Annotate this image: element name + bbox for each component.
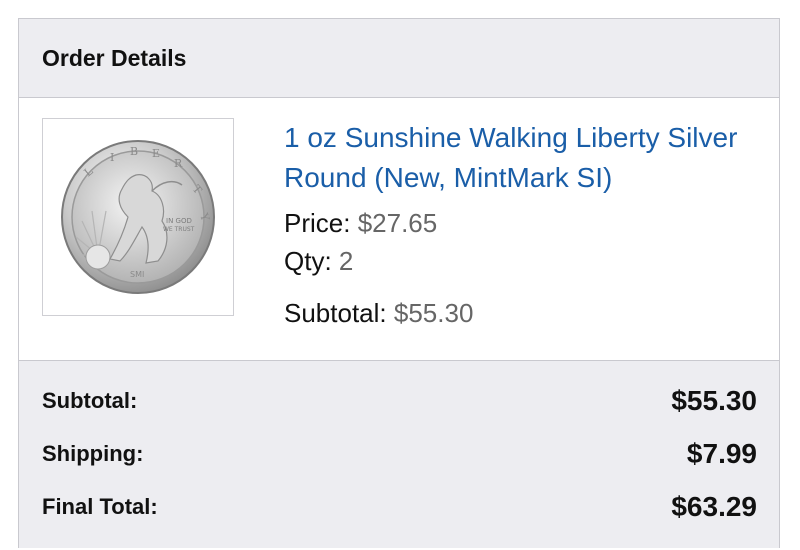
totals-shipping-label: Shipping: [42,441,144,466]
svg-text:E: E [152,147,160,160]
totals-final-row: Final Total: $63.29 [42,491,757,523]
totals-shipping-row: Shipping: $7.99 [42,438,757,470]
item-subtotal-value: $55.30 [393,298,474,328]
qty-label: Qty: [284,246,332,276]
svg-text:B: B [130,145,138,158]
qty-value: 2 [338,246,354,276]
svg-text:WE TRUST: WE TRUST [163,226,195,233]
order-details-header: Order Details [19,19,779,98]
totals-subtotal-row: Subtotal: $55.30 [42,385,757,417]
totals-final-label: Final Total: [42,494,158,519]
price-line: Price: $27.65 [284,208,437,239]
totals-shipping-value: $7.99 [686,438,757,469]
order-line-item: IN GOD WE TRUST SMI L I B E R T Y 1 oz S… [19,98,779,361]
svg-text:IN GOD: IN GOD [166,217,192,225]
qty-line: Qty: 2 [284,246,353,277]
product-thumbnail[interactable]: IN GOD WE TRUST SMI L I B E R T Y [42,118,234,316]
svg-text:R: R [174,157,183,170]
item-subtotal-label: Subtotal: [284,298,387,328]
item-subtotal-line: Subtotal: $55.30 [284,298,473,329]
order-totals-panel: Subtotal: $55.30 Shipping: $7.99 Final T… [19,361,779,548]
svg-text:I: I [110,151,114,164]
product-name-link[interactable]: 1 oz Sunshine Walking Liberty Silver Rou… [284,118,764,198]
price-label: Price: [284,208,351,238]
totals-subtotal-value: $55.30 [671,385,757,416]
order-details-card: Order Details IN GOD WE TRUST SMI L I B … [18,18,780,548]
totals-final-value: $63.29 [671,491,757,522]
order-details-title: Order Details [42,44,187,71]
totals-subtotal-label: Subtotal: [42,388,138,413]
svg-text:SMI: SMI [130,270,144,279]
silver-coin-image: IN GOD WE TRUST SMI L I B E R T Y [61,140,215,294]
price-value: $27.65 [357,208,438,238]
